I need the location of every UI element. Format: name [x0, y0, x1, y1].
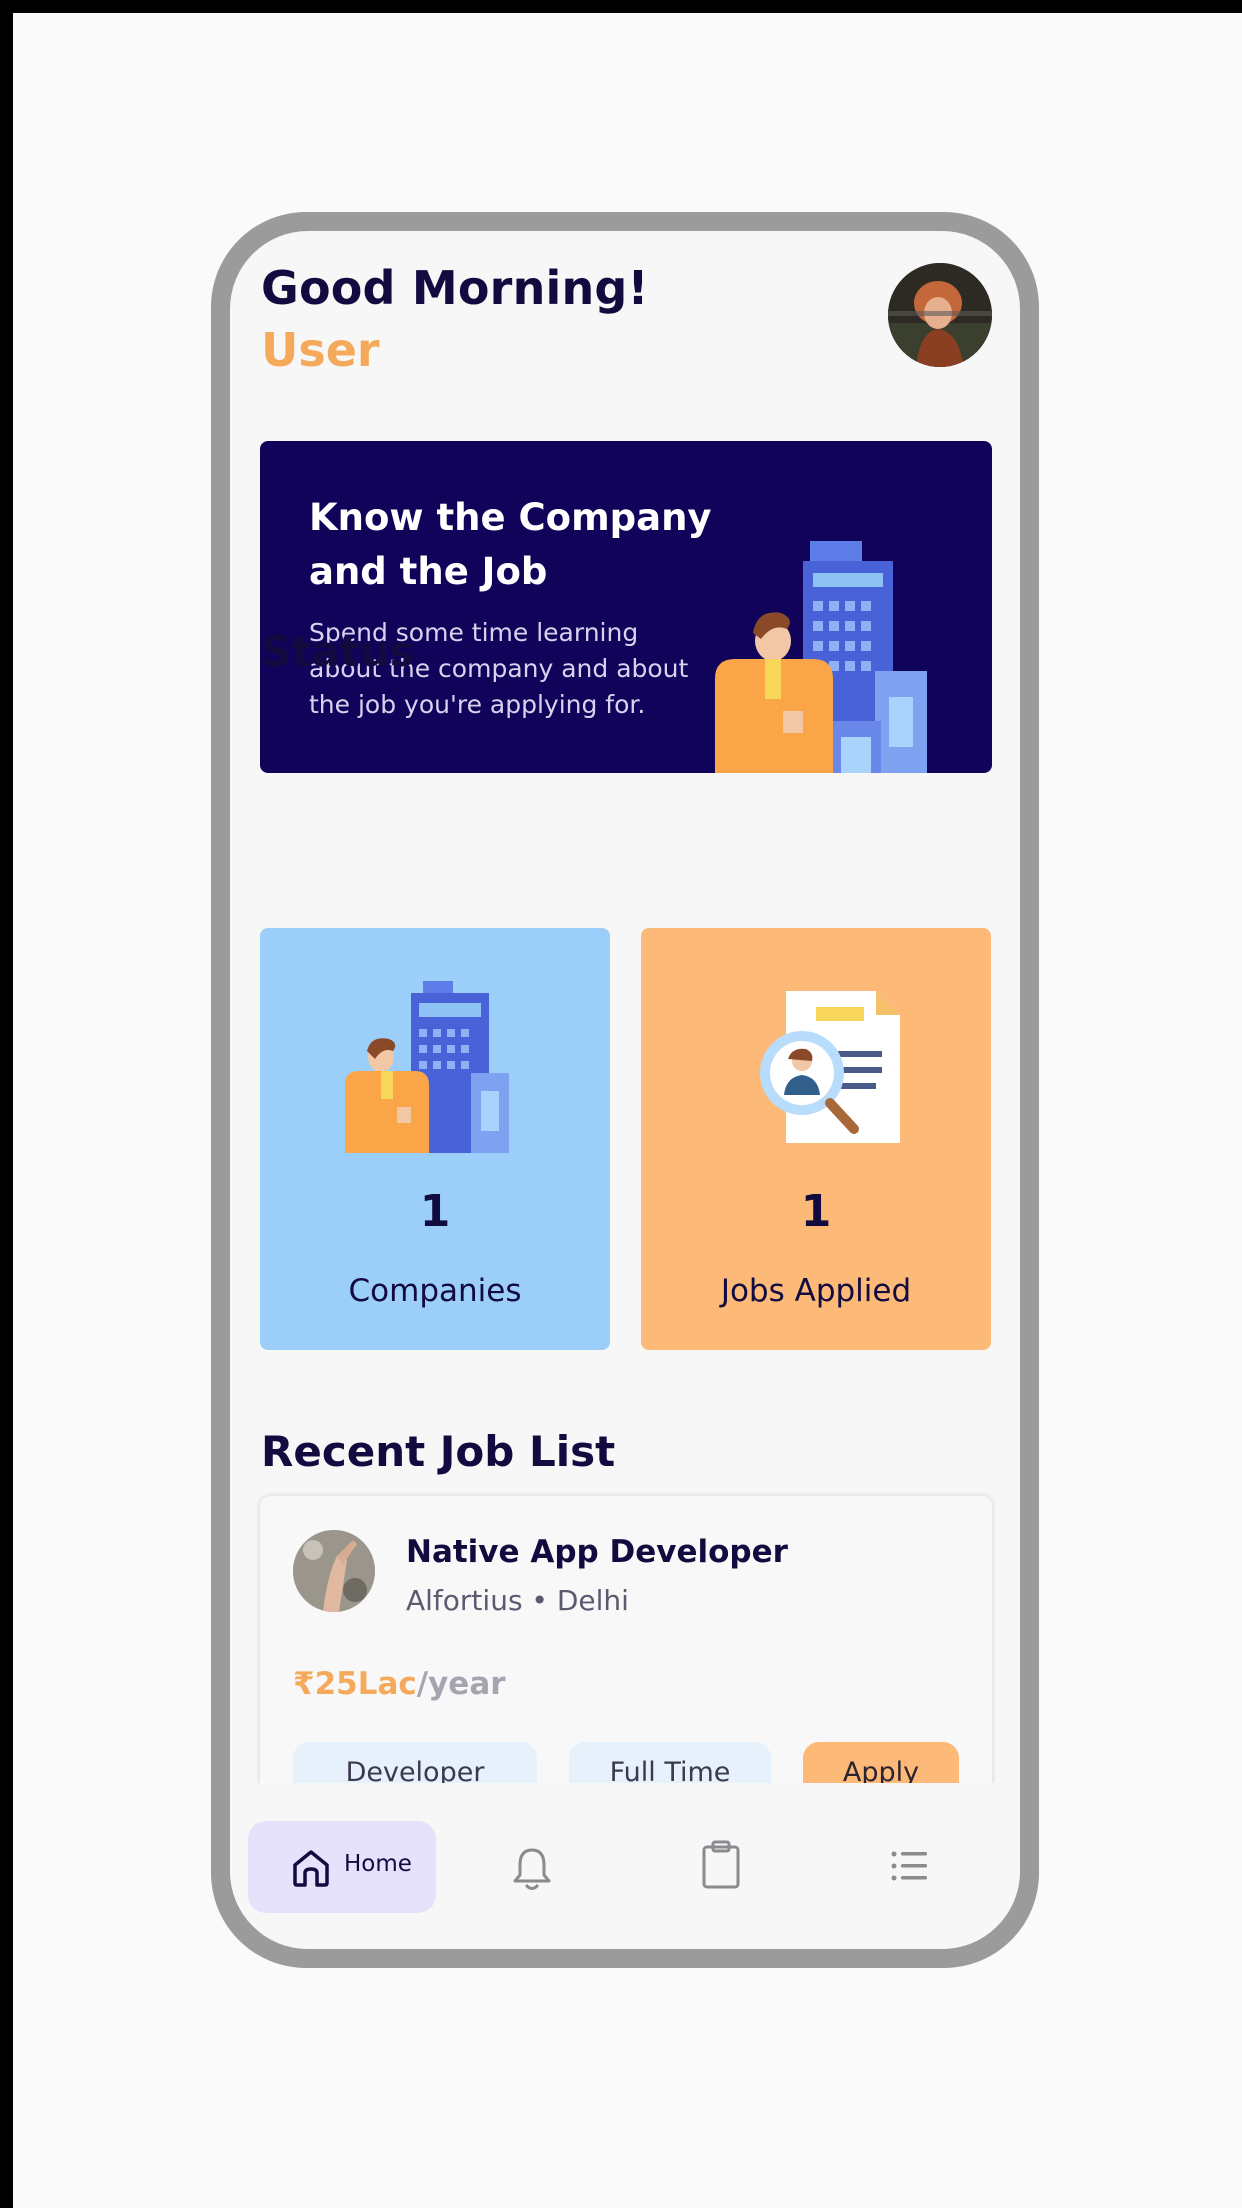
greeting-title: Good Morning!	[261, 261, 649, 315]
avatar[interactable]	[888, 263, 992, 367]
home-icon	[293, 1850, 329, 1887]
nav-home[interactable]: Home	[248, 1821, 436, 1913]
screenshot-border-top	[0, 0, 1242, 13]
jobs-applied-label: Jobs Applied	[720, 1273, 912, 1309]
bell-icon[interactable]	[510, 1845, 554, 1893]
businessman-building-illustration	[715, 541, 927, 773]
companies-card[interactable]: 1 Companies	[260, 928, 610, 1350]
job-salary: ₹25Lac/year	[293, 1666, 506, 1702]
banner-title: Know the Company and the Job	[309, 496, 712, 593]
screenshot-border-left	[0, 0, 13, 2208]
salary-amount: ₹25Lac	[293, 1666, 417, 1702]
jobs-applied-count: 1	[800, 1186, 832, 1237]
phone-frame: Good Morning! User Know the Company and …	[211, 212, 1039, 1968]
resume-search-icon	[760, 991, 900, 1143]
companies-label: Companies	[348, 1273, 522, 1309]
clipboard-icon[interactable]	[700, 1839, 742, 1891]
app-screen: Good Morning! User Know the Company and …	[230, 231, 1020, 1949]
info-banner[interactable]: Know the Company and the Job Spend some …	[260, 441, 992, 773]
nav-home-label: Home	[344, 1851, 412, 1877]
jobs-applied-card[interactable]: 1 Jobs Applied	[641, 928, 991, 1350]
salary-period: /year	[416, 1666, 506, 1702]
bottom-navigation: Home	[230, 1783, 1020, 1949]
company-building-icon	[345, 981, 509, 1153]
job-company-location: Alfortius • Delhi	[406, 1584, 629, 1617]
status-section-title: Status	[261, 627, 415, 676]
company-logo	[293, 1530, 375, 1612]
recent-jobs-section-title: Recent Job List	[261, 1427, 616, 1476]
job-title[interactable]: Native App Developer	[406, 1534, 788, 1570]
list-icon[interactable]	[890, 1849, 930, 1883]
username: User	[261, 323, 380, 377]
companies-count: 1	[419, 1186, 451, 1237]
job-list-item[interactable]: Native App Developer Alfortius • Delhi ₹…	[260, 1496, 992, 1826]
